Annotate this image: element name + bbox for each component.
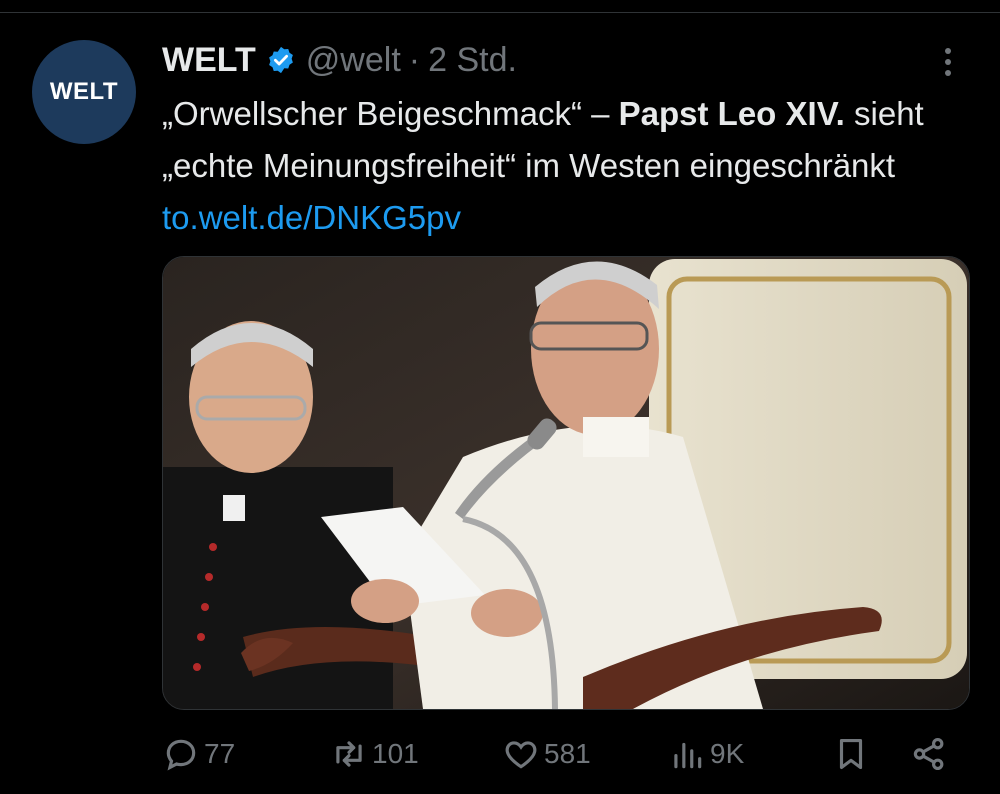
reply-button[interactable]: 77 [162, 732, 235, 776]
tweet-text: „Orwellscher Beigeschmack“ – Papst Leo X… [162, 88, 962, 244]
share-icon [913, 738, 944, 770]
bookmark-button[interactable] [832, 732, 874, 776]
separator-dot: · [408, 40, 421, 79]
like-count: 581 [544, 738, 591, 769]
reply-icon [166, 739, 196, 771]
tweet-timestamp[interactable]: 2 Std. [428, 41, 517, 80]
views-icon [674, 742, 702, 769]
tweet-text-part1: „Orwellscher Beigeschmack“ – [162, 95, 619, 132]
verified-badge-icon [268, 46, 293, 74]
share-button[interactable] [910, 732, 952, 776]
like-button[interactable]: 581 [502, 732, 591, 776]
tweet-link[interactable]: to.welt.de/DNKG5pv [162, 199, 461, 236]
like-icon [505, 741, 537, 769]
views-count: 9K [710, 738, 745, 769]
retweet-button[interactable]: 101 [330, 732, 419, 776]
photo-pope-speaking [163, 257, 969, 709]
tweet-text-bold: Papst Leo XIV. [618, 95, 845, 132]
author-handle[interactable]: @welt [306, 41, 401, 80]
reply-count: 77 [204, 738, 236, 769]
author-name[interactable]: WELT [162, 41, 256, 80]
action-bar: 77 101 581 9K [162, 732, 952, 776]
retweet-count: 101 [372, 738, 419, 769]
divider [0, 12, 1000, 13]
avatar-logo: WELT [49, 78, 119, 105]
views-button[interactable]: 9K [668, 732, 744, 776]
retweet-icon [336, 741, 362, 767]
more-icon[interactable] [930, 44, 966, 80]
tweet-header: WELT @welt · 2 Std. [162, 38, 517, 82]
tweet-image[interactable] [162, 256, 970, 710]
bookmark-icon [839, 738, 863, 770]
avatar[interactable]: WELT [32, 40, 136, 144]
